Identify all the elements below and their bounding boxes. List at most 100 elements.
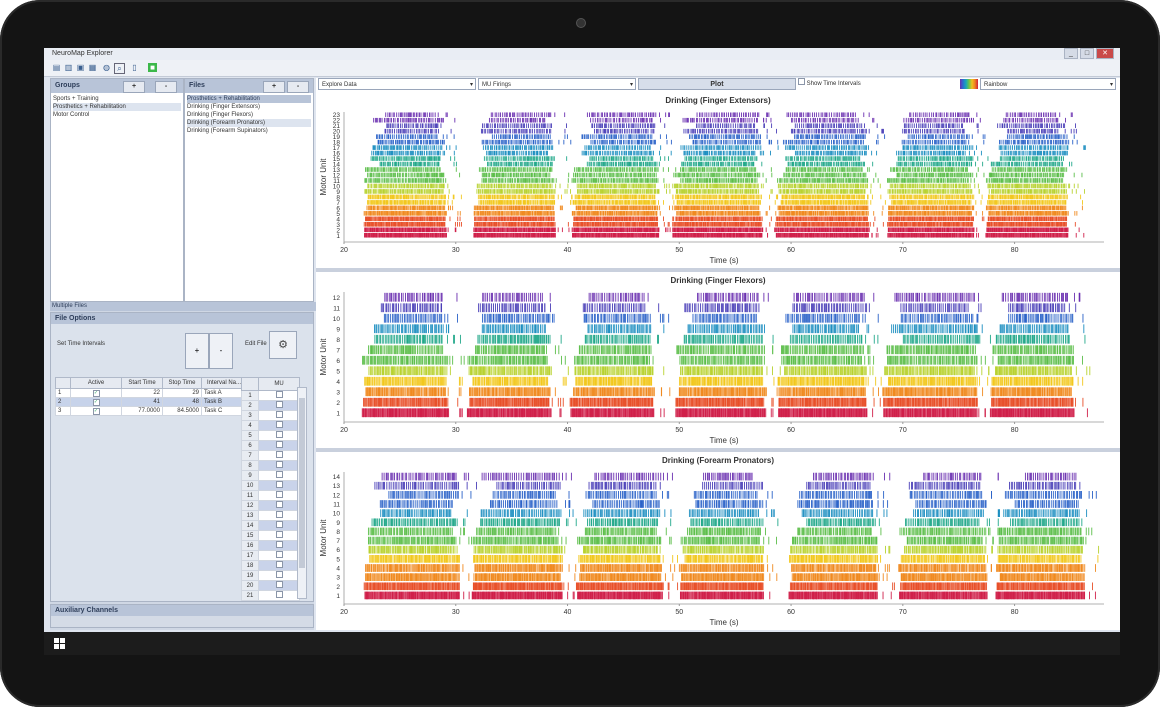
multiple-files-bar[interactable]: Multiple Files xyxy=(50,302,316,311)
stop-time-cell[interactable]: 84.5000 xyxy=(162,406,202,416)
mu-checkbox[interactable] xyxy=(258,590,300,601)
grid-icon[interactable]: ▦ xyxy=(88,63,97,72)
add-group-button[interactable]: + xyxy=(123,81,145,93)
list-item[interactable]: Motor Control xyxy=(53,111,181,119)
checkbox[interactable] xyxy=(275,561,283,568)
new-icon[interactable]: ▤ xyxy=(52,63,61,72)
minimize-button[interactable]: _ xyxy=(1064,48,1078,59)
mu-checkbox[interactable] xyxy=(258,460,300,471)
mu-scrollbar-thumb[interactable] xyxy=(299,398,305,568)
checkbox[interactable] xyxy=(275,411,283,418)
checkbox[interactable] xyxy=(275,591,283,598)
mu-checkbox[interactable] xyxy=(258,440,300,451)
open-icon[interactable]: ▥ xyxy=(64,63,73,72)
table-row[interactable]: 21 xyxy=(241,590,300,601)
auxiliary-channels-title[interactable]: Auxiliary Channels xyxy=(51,605,313,616)
table-row[interactable]: 15 xyxy=(241,530,300,541)
checkbox[interactable] xyxy=(275,481,283,488)
table-row[interactable]: 1 xyxy=(241,390,300,401)
table-row[interactable]: 17 xyxy=(241,550,300,561)
start-time-cell[interactable]: 41 xyxy=(121,397,163,407)
table-row[interactable]: 8 xyxy=(241,460,300,471)
mu-firings-dropdown[interactable]: MU Firings ▾ xyxy=(478,78,636,90)
table-row[interactable]: 16 xyxy=(241,540,300,551)
explore-data-dropdown[interactable]: Explore Data ▾ xyxy=(318,78,476,90)
table-row[interactable]: 4 xyxy=(241,420,300,431)
list-item[interactable]: Prosthetics + Rehabilitation xyxy=(53,103,181,111)
zoom-icon[interactable]: ⌕ xyxy=(114,63,125,74)
table-row[interactable]: 3 ✓ 77.0000 84.5000 Task C xyxy=(55,406,247,416)
green-icon[interactable]: ■ xyxy=(148,63,157,72)
checkbox[interactable] xyxy=(275,541,283,548)
checkbox[interactable] xyxy=(275,551,283,558)
table-row[interactable]: 18 xyxy=(241,560,300,571)
interval-name-cell[interactable]: Task C xyxy=(201,406,247,416)
checkbox[interactable] xyxy=(275,391,283,398)
table-row[interactable]: 11 xyxy=(241,490,300,501)
checkbox[interactable] xyxy=(275,461,283,468)
remove-interval-button[interactable]: - xyxy=(209,333,233,369)
table-row[interactable]: 1 ✓ 22 29 Task A xyxy=(55,388,247,398)
table-row[interactable]: 5 xyxy=(241,430,300,441)
start-time-cell[interactable]: 22 xyxy=(121,388,163,398)
list-item[interactable]: Drinking (Forearm Supinators) xyxy=(187,127,311,135)
stop-time-cell[interactable]: 48 xyxy=(162,397,202,407)
mu-scrollbar[interactable] xyxy=(297,387,307,599)
checkbox[interactable] xyxy=(275,431,283,438)
stop-time-cell[interactable]: 29 xyxy=(162,388,202,398)
mu-checkbox[interactable] xyxy=(258,480,300,491)
table-row[interactable]: 2 xyxy=(241,400,300,411)
save-icon[interactable]: ▣ xyxy=(76,63,85,72)
table-row[interactable]: 14 xyxy=(241,520,300,531)
checkbox[interactable] xyxy=(275,531,283,538)
interval-name-cell[interactable]: Task A xyxy=(201,388,247,398)
gear-icon[interactable]: ⚙ xyxy=(269,331,297,359)
show-time-intervals-checkbox[interactable] xyxy=(798,78,805,85)
mu-checkbox[interactable] xyxy=(258,470,300,481)
list-item[interactable]: Drinking (Forearm Pronators) xyxy=(187,119,311,127)
checkbox[interactable] xyxy=(275,451,283,458)
table-row[interactable]: 7 xyxy=(241,450,300,461)
checkbox[interactable] xyxy=(275,581,283,588)
list-item[interactable]: Drinking (Finger Extensors) xyxy=(187,103,311,111)
table-row[interactable]: 13 xyxy=(241,510,300,521)
mu-checkbox[interactable] xyxy=(258,580,300,591)
checkbox[interactable] xyxy=(275,421,283,428)
checkbox[interactable] xyxy=(275,441,283,448)
checkbox[interactable] xyxy=(275,571,283,578)
table-row[interactable]: 20 xyxy=(241,580,300,591)
mu-checkbox[interactable] xyxy=(258,540,300,551)
active-checkbox[interactable]: ✓ xyxy=(70,397,122,407)
colormap-dropdown[interactable]: Rainbow ▾ xyxy=(980,78,1116,90)
maximize-button[interactable]: □ xyxy=(1080,48,1094,59)
checkbox[interactable] xyxy=(275,401,283,408)
mu-checkbox[interactable] xyxy=(258,550,300,561)
mu-checkbox[interactable] xyxy=(258,430,300,441)
mu-checkbox[interactable] xyxy=(258,560,300,571)
mu-checkbox[interactable] xyxy=(258,450,300,461)
table-row[interactable]: 9 xyxy=(241,470,300,481)
checkbox[interactable] xyxy=(275,471,283,478)
mu-checkbox[interactable] xyxy=(258,390,300,401)
table-row[interactable]: 2 ✓ 41 48 Task B xyxy=(55,397,247,407)
remove-file-button[interactable]: - xyxy=(287,81,309,93)
mu-checkbox[interactable] xyxy=(258,570,300,581)
mu-checkbox[interactable] xyxy=(258,400,300,411)
interval-name-cell[interactable]: Task B xyxy=(201,397,247,407)
plot-button[interactable]: Plot xyxy=(638,78,796,90)
mu-checkbox[interactable] xyxy=(258,510,300,521)
mu-checkbox[interactable] xyxy=(258,420,300,431)
table-row[interactable]: 10 xyxy=(241,480,300,491)
list-item[interactable]: Sports + Training xyxy=(53,95,181,103)
table-row[interactable]: 6 xyxy=(241,440,300,451)
table-row[interactable]: 3 xyxy=(241,410,300,421)
table-row[interactable]: 12 xyxy=(241,500,300,511)
mu-checkbox[interactable] xyxy=(258,410,300,421)
list-item[interactable]: Drinking (Finger Flexors) xyxy=(187,111,311,119)
device-icon[interactable]: ▯ xyxy=(130,63,139,72)
checkbox[interactable] xyxy=(275,511,283,518)
add-file-button[interactable]: + xyxy=(263,81,285,93)
show-time-intervals-toggle[interactable]: Show Time Intervals xyxy=(798,78,861,90)
active-checkbox[interactable]: ✓ xyxy=(70,388,122,398)
remove-group-button[interactable]: - xyxy=(155,81,177,93)
